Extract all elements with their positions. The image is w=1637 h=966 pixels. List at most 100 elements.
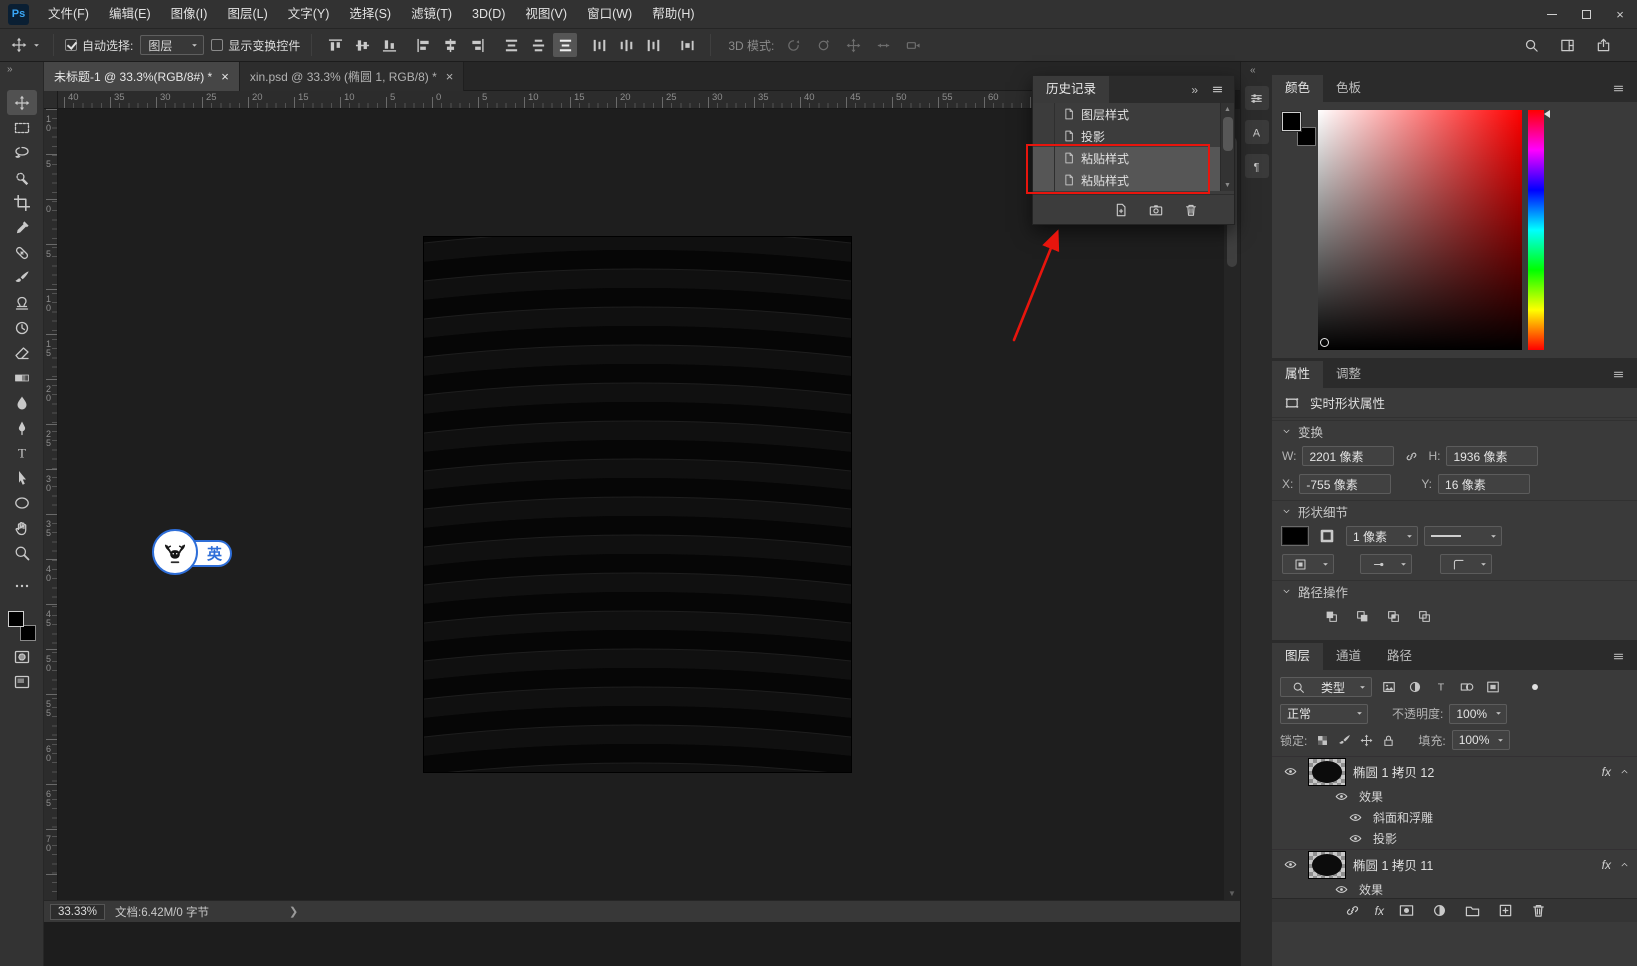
- distribute-spacing-button[interactable]: [675, 33, 699, 57]
- scroll-down-arrow[interactable]: ▼: [1221, 179, 1234, 191]
- document-info[interactable]: 文档:6.42M/0 字节: [115, 904, 209, 920]
- blur-tool[interactable]: [7, 390, 37, 415]
- tab-properties[interactable]: 属性: [1272, 361, 1323, 388]
- delete-layer-button[interactable]: [1527, 900, 1549, 922]
- pixel-layer-filter-button[interactable]: [1378, 677, 1400, 697]
- foreground-background-colors[interactable]: [7, 610, 37, 642]
- history-state-0[interactable]: 图层样式: [1033, 103, 1220, 125]
- eye-icon[interactable]: [1344, 828, 1366, 850]
- share-button[interactable]: [1591, 33, 1615, 57]
- edit-toolbar-button[interactable]: [7, 573, 37, 598]
- toolbar-collapse-button[interactable]: »: [0, 62, 43, 78]
- document-tab-0[interactable]: 未标题-1 @ 33.3%(RGB/8#) *×: [44, 62, 240, 91]
- link-dimensions-icon[interactable]: [1400, 445, 1422, 467]
- foreground-color-swatch[interactable]: [8, 611, 24, 627]
- show-transform-checkbox[interactable]: 显示变换控件: [211, 37, 300, 54]
- tab-paths[interactable]: 路径: [1374, 643, 1425, 670]
- opacity-dropdown[interactable]: 100%: [1449, 704, 1507, 724]
- workspace-switcher-button[interactable]: [1555, 33, 1579, 57]
- distribute-bottom-button[interactable]: [553, 33, 577, 57]
- tab-color[interactable]: 颜色: [1272, 75, 1323, 102]
- stroke-corner-dropdown[interactable]: [1440, 554, 1492, 574]
- menu-item-7[interactable]: 3D(D): [462, 0, 515, 29]
- distribute-middle-button[interactable]: [526, 33, 550, 57]
- combine-shapes-button[interactable]: [1320, 605, 1342, 627]
- layer-mask-button[interactable]: [1395, 900, 1417, 922]
- fill-color-swatch[interactable]: [1282, 527, 1308, 545]
- layer-row-0[interactable]: 椭圆 1 拷贝 12fx: [1272, 756, 1637, 786]
- document-tab-1[interactable]: xin.psd @ 33.3% (椭圆 1, RGB/8) *×: [240, 62, 465, 91]
- crop-tool[interactable]: [7, 190, 37, 215]
- shape-layer-filter-button[interactable]: [1456, 677, 1478, 697]
- zoom-tool[interactable]: [7, 540, 37, 565]
- collapse-panel-chevrons[interactable]: »: [1191, 83, 1198, 97]
- tab-close-icon[interactable]: ×: [446, 69, 454, 84]
- stroke-align-dropdown[interactable]: [1282, 554, 1334, 574]
- collapse-effects-icon[interactable]: [1618, 766, 1630, 778]
- eye-icon[interactable]: [1279, 761, 1301, 783]
- lock-transparent-button[interactable]: [1313, 731, 1332, 749]
- menu-item-5[interactable]: 选择(S): [339, 0, 401, 29]
- type-layer-filter-button[interactable]: T: [1430, 677, 1452, 697]
- transform-section-header[interactable]: 变换: [1272, 420, 1637, 442]
- hand-tool[interactable]: [7, 515, 37, 540]
- menu-item-1[interactable]: 编辑(E): [99, 0, 161, 29]
- link-layers-button[interactable]: [1342, 900, 1364, 922]
- layer-style-fx-button[interactable]: fx: [1375, 904, 1384, 918]
- collapse-effects-icon[interactable]: [1618, 859, 1630, 871]
- layer-thumbnail[interactable]: [1308, 758, 1346, 786]
- x-field[interactable]: -755 像素: [1299, 474, 1391, 494]
- distribute-center-button[interactable]: [614, 33, 638, 57]
- height-field[interactable]: 1936 像素: [1446, 446, 1538, 466]
- path-operations-section-header[interactable]: 路径操作: [1272, 580, 1637, 602]
- canvas-artwork[interactable]: [424, 237, 851, 772]
- layer-effect-row[interactable]: 投影: [1272, 828, 1637, 849]
- layer-filter-type-dropdown[interactable]: 类型: [1280, 677, 1372, 697]
- layer-fx-badge[interactable]: fx: [1602, 765, 1611, 779]
- quick-mask-button[interactable]: [7, 644, 37, 669]
- scrollbar-thumb[interactable]: [1223, 117, 1233, 151]
- hue-slider[interactable]: [1528, 110, 1544, 350]
- status-options-chevron[interactable]: ❯: [289, 905, 298, 918]
- menu-item-8[interactable]: 视图(V): [515, 0, 577, 29]
- stroke-cap-dropdown[interactable]: [1360, 554, 1412, 574]
- tab-history[interactable]: 历史记录: [1033, 76, 1109, 103]
- history-panel-menu-icon[interactable]: [1206, 79, 1228, 101]
- properties-sliders-icon[interactable]: [1245, 86, 1269, 110]
- brush-tool[interactable]: [7, 265, 37, 290]
- adjustment-layer-filter-button[interactable]: [1404, 677, 1426, 697]
- intersect-shapes-button[interactable]: [1382, 605, 1404, 627]
- menu-item-2[interactable]: 图像(I): [161, 0, 218, 29]
- menu-item-10[interactable]: 帮助(H): [642, 0, 704, 29]
- exclude-shapes-button[interactable]: [1413, 605, 1435, 627]
- screen-mode-button[interactable]: [7, 669, 37, 694]
- properties-panel-menu-icon[interactable]: [1607, 364, 1629, 386]
- vertical-ruler[interactable]: 1050510152025303540455055606570: [44, 109, 58, 900]
- history-scrollbar[interactable]: ▲ ▼: [1220, 103, 1234, 191]
- new-layer-button[interactable]: [1494, 900, 1516, 922]
- layer-thumbnail[interactable]: [1308, 851, 1346, 879]
- align-middle-button[interactable]: [350, 33, 374, 57]
- layer-group-button[interactable]: [1461, 900, 1483, 922]
- history-source-cell[interactable]: [1033, 103, 1055, 125]
- eyedropper-tool[interactable]: [7, 215, 37, 240]
- fill-dropdown[interactable]: 100%: [1452, 730, 1510, 750]
- ellipse-shape-tool[interactable]: [7, 490, 37, 515]
- tool-preset-picker[interactable]: [8, 34, 42, 56]
- smart-object-filter-button[interactable]: [1482, 677, 1504, 697]
- distribute-right-button[interactable]: [641, 33, 665, 57]
- stroke-color-swatch[interactable]: [1314, 527, 1340, 545]
- shape-details-section-header[interactable]: 形状细节: [1272, 500, 1637, 522]
- minimize-button[interactable]: [1535, 0, 1569, 28]
- layer-effect-row[interactable]: 效果: [1272, 786, 1637, 807]
- maximize-button[interactable]: [1569, 0, 1603, 28]
- layer-row-1[interactable]: 椭圆 1 拷贝 11fx: [1272, 849, 1637, 879]
- menu-item-6[interactable]: 滤镜(T): [401, 0, 462, 29]
- tab-swatches[interactable]: 色板: [1323, 75, 1374, 102]
- color-picker-marker[interactable]: [1320, 338, 1329, 347]
- search-button[interactable]: [1519, 33, 1543, 57]
- distribute-left-button[interactable]: [587, 33, 611, 57]
- color-fgbg-swatches[interactable]: [1282, 112, 1316, 146]
- align-top-button[interactable]: [323, 33, 347, 57]
- tab-adjustments[interactable]: 调整: [1323, 361, 1374, 388]
